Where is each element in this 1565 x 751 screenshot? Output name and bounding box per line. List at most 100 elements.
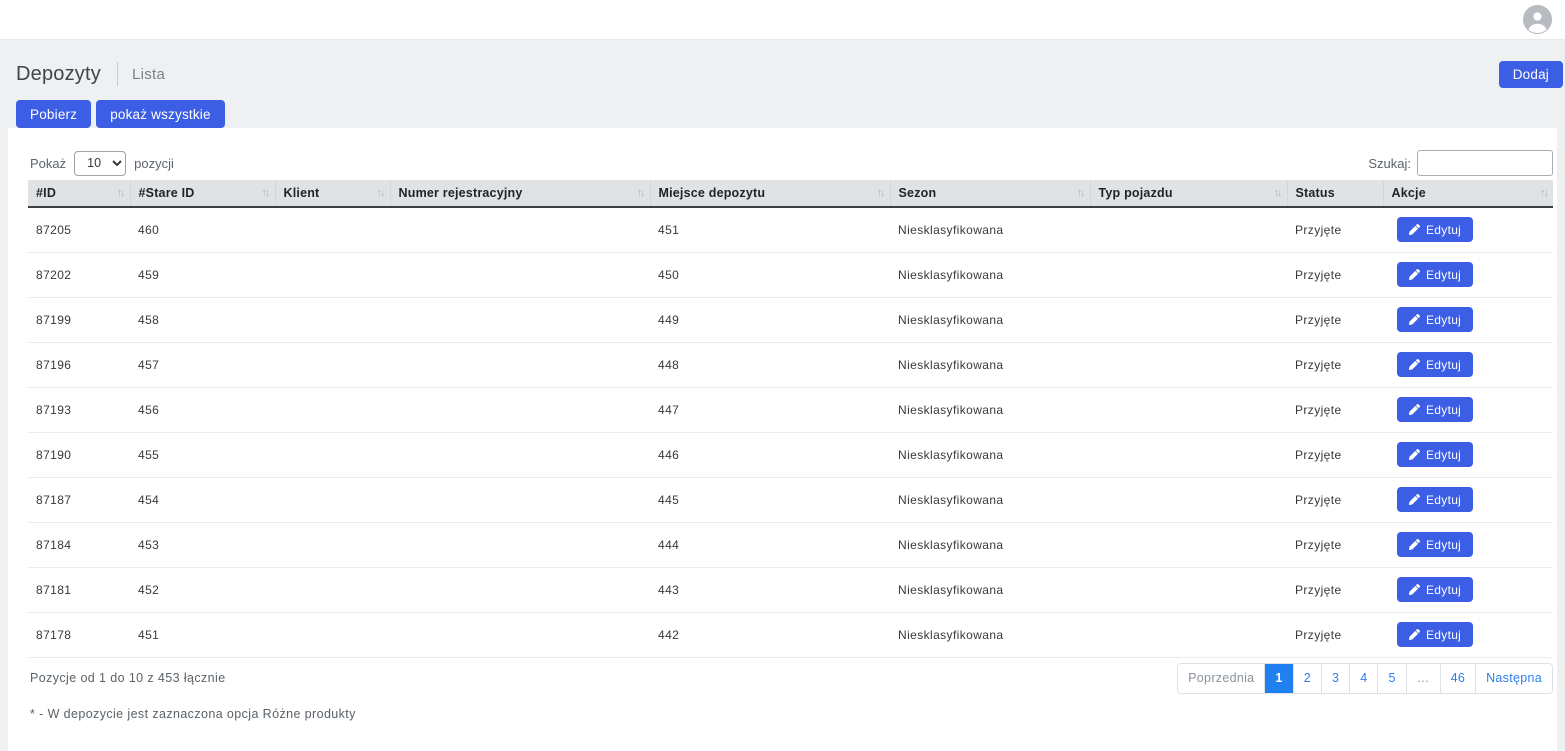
edit-button[interactable]: Edytuj [1397, 217, 1473, 242]
pagination-page-3[interactable]: 3 [1321, 664, 1349, 693]
cell-akcje: Edytuj [1383, 567, 1553, 612]
sort-icon: ↑↓ [1077, 187, 1084, 199]
edit-button[interactable]: Edytuj [1397, 442, 1473, 467]
edit-button[interactable]: Edytuj [1397, 262, 1473, 287]
edit-button[interactable]: Edytuj [1397, 397, 1473, 422]
pagination-page-46[interactable]: 46 [1440, 664, 1476, 693]
cell-miejsce: 443 [650, 567, 890, 612]
cell-numer [390, 207, 650, 252]
cell-sezon: Niesklasyfikowana [890, 432, 1090, 477]
cell-status: Przyjęte [1287, 612, 1383, 657]
pagination-page-2[interactable]: 2 [1293, 664, 1321, 693]
table-row: 87202459450NiesklasyfikowanaPrzyjęteEdyt… [28, 252, 1553, 297]
cell-miejsce: 446 [650, 432, 890, 477]
page-length-label-after: pozycji [134, 156, 174, 171]
cell-typ [1090, 297, 1287, 342]
column-header-klient[interactable]: Klient↑↓ [275, 180, 390, 207]
pencil-icon [1409, 314, 1420, 325]
cell-status: Przyjęte [1287, 297, 1383, 342]
cell-miejsce: 450 [650, 252, 890, 297]
cell-klient [275, 567, 390, 612]
column-header-akcje[interactable]: Akcje↑↓ [1383, 180, 1553, 207]
add-button[interactable]: Dodaj [1499, 61, 1563, 88]
edit-button[interactable]: Edytuj [1397, 307, 1473, 332]
pencil-icon [1409, 449, 1420, 460]
sort-icon: ↑↓ [262, 187, 269, 199]
footnote: * - W depozycie jest zaznaczona opcja Ró… [28, 707, 1553, 721]
cell-miejsce: 448 [650, 342, 890, 387]
edit-button[interactable]: Edytuj [1397, 532, 1473, 557]
cell-klient [275, 522, 390, 567]
edit-button-label: Edytuj [1426, 313, 1461, 327]
pagination-info: Pozycje od 1 do 10 z 453 łącznie [28, 671, 226, 685]
edit-button-label: Edytuj [1426, 538, 1461, 552]
cell-akcje: Edytuj [1383, 342, 1553, 387]
pagination-next[interactable]: Następna [1475, 664, 1552, 693]
cell-numer [390, 297, 650, 342]
download-button[interactable]: Pobierz [16, 100, 91, 128]
deposits-table: #ID↑↓#Stare ID↑↓Klient↑↓Numer rejestracy… [28, 180, 1553, 658]
edit-button-label: Edytuj [1426, 628, 1461, 642]
edit-button[interactable]: Edytuj [1397, 577, 1473, 602]
column-header-id[interactable]: #ID↑↓ [28, 180, 130, 207]
edit-button[interactable]: Edytuj [1397, 622, 1473, 647]
cell-klient [275, 387, 390, 432]
edit-button-label: Edytuj [1426, 493, 1461, 507]
content-card: Pokaż 10 pozycji Szukaj: #ID↑↓#Stare ID↑… [8, 128, 1557, 751]
page-length-select[interactable]: 10 [74, 151, 126, 176]
column-header-miejsce[interactable]: Miejsce depozytu↑↓ [650, 180, 890, 207]
page-title: Depozyty [16, 63, 101, 86]
page-header: Depozyty Lista Dodaj Pobierz pokaż wszys… [0, 40, 1565, 128]
user-avatar-icon [1523, 5, 1552, 34]
column-header-numer[interactable]: Numer rejestracyjny↑↓ [390, 180, 650, 207]
table-footer: Pozycje od 1 do 10 z 453 łącznie Poprzed… [28, 663, 1553, 694]
cell-akcje: Edytuj [1383, 387, 1553, 432]
cell-miejsce: 442 [650, 612, 890, 657]
sort-icon: ↑↓ [377, 187, 384, 199]
cell-status: Przyjęte [1287, 567, 1383, 612]
search-input[interactable] [1417, 150, 1553, 176]
pencil-icon [1409, 494, 1420, 505]
cell-miejsce: 444 [650, 522, 890, 567]
cell-klient [275, 342, 390, 387]
cell-akcje: Edytuj [1383, 252, 1553, 297]
edit-button-label: Edytuj [1426, 448, 1461, 462]
page-length-control: Pokaż 10 pozycji [28, 151, 174, 176]
cell-stare_id: 452 [130, 567, 275, 612]
pencil-icon [1409, 584, 1420, 595]
column-header-stare_id[interactable]: #Stare ID↑↓ [130, 180, 275, 207]
edit-button[interactable]: Edytuj [1397, 352, 1473, 377]
column-header-typ[interactable]: Typ pojazdu↑↓ [1090, 180, 1287, 207]
cell-id: 87205 [28, 207, 130, 252]
show-all-button[interactable]: pokaż wszystkie [96, 100, 225, 128]
column-header-status: Status [1287, 180, 1383, 207]
cell-stare_id: 459 [130, 252, 275, 297]
cell-sezon: Niesklasyfikowana [890, 387, 1090, 432]
cell-status: Przyjęte [1287, 522, 1383, 567]
cell-akcje: Edytuj [1383, 477, 1553, 522]
cell-akcje: Edytuj [1383, 612, 1553, 657]
edit-button-label: Edytuj [1426, 268, 1461, 282]
pagination-page-4[interactable]: 4 [1349, 664, 1377, 693]
user-avatar[interactable] [1523, 5, 1552, 34]
column-header-sezon[interactable]: Sezon↑↓ [890, 180, 1090, 207]
title-divider [117, 62, 118, 86]
breadcrumb: Lista [132, 66, 165, 83]
pagination-page-1[interactable]: 1 [1264, 664, 1292, 693]
pagination-previous[interactable]: Poprzednia [1178, 664, 1264, 693]
cell-numer [390, 342, 650, 387]
pencil-icon [1409, 404, 1420, 415]
cell-id: 87196 [28, 342, 130, 387]
cell-status: Przyjęte [1287, 252, 1383, 297]
cell-typ [1090, 612, 1287, 657]
pagination-page-5[interactable]: 5 [1377, 664, 1405, 693]
cell-stare_id: 453 [130, 522, 275, 567]
cell-sezon: Niesklasyfikowana [890, 567, 1090, 612]
edit-button[interactable]: Edytuj [1397, 487, 1473, 512]
cell-akcje: Edytuj [1383, 432, 1553, 477]
cell-status: Przyjęte [1287, 387, 1383, 432]
pencil-icon [1409, 269, 1420, 280]
table-row: 87178451442NiesklasyfikowanaPrzyjęteEdyt… [28, 612, 1553, 657]
cell-klient [275, 612, 390, 657]
sort-icon: ↑↓ [637, 187, 644, 199]
